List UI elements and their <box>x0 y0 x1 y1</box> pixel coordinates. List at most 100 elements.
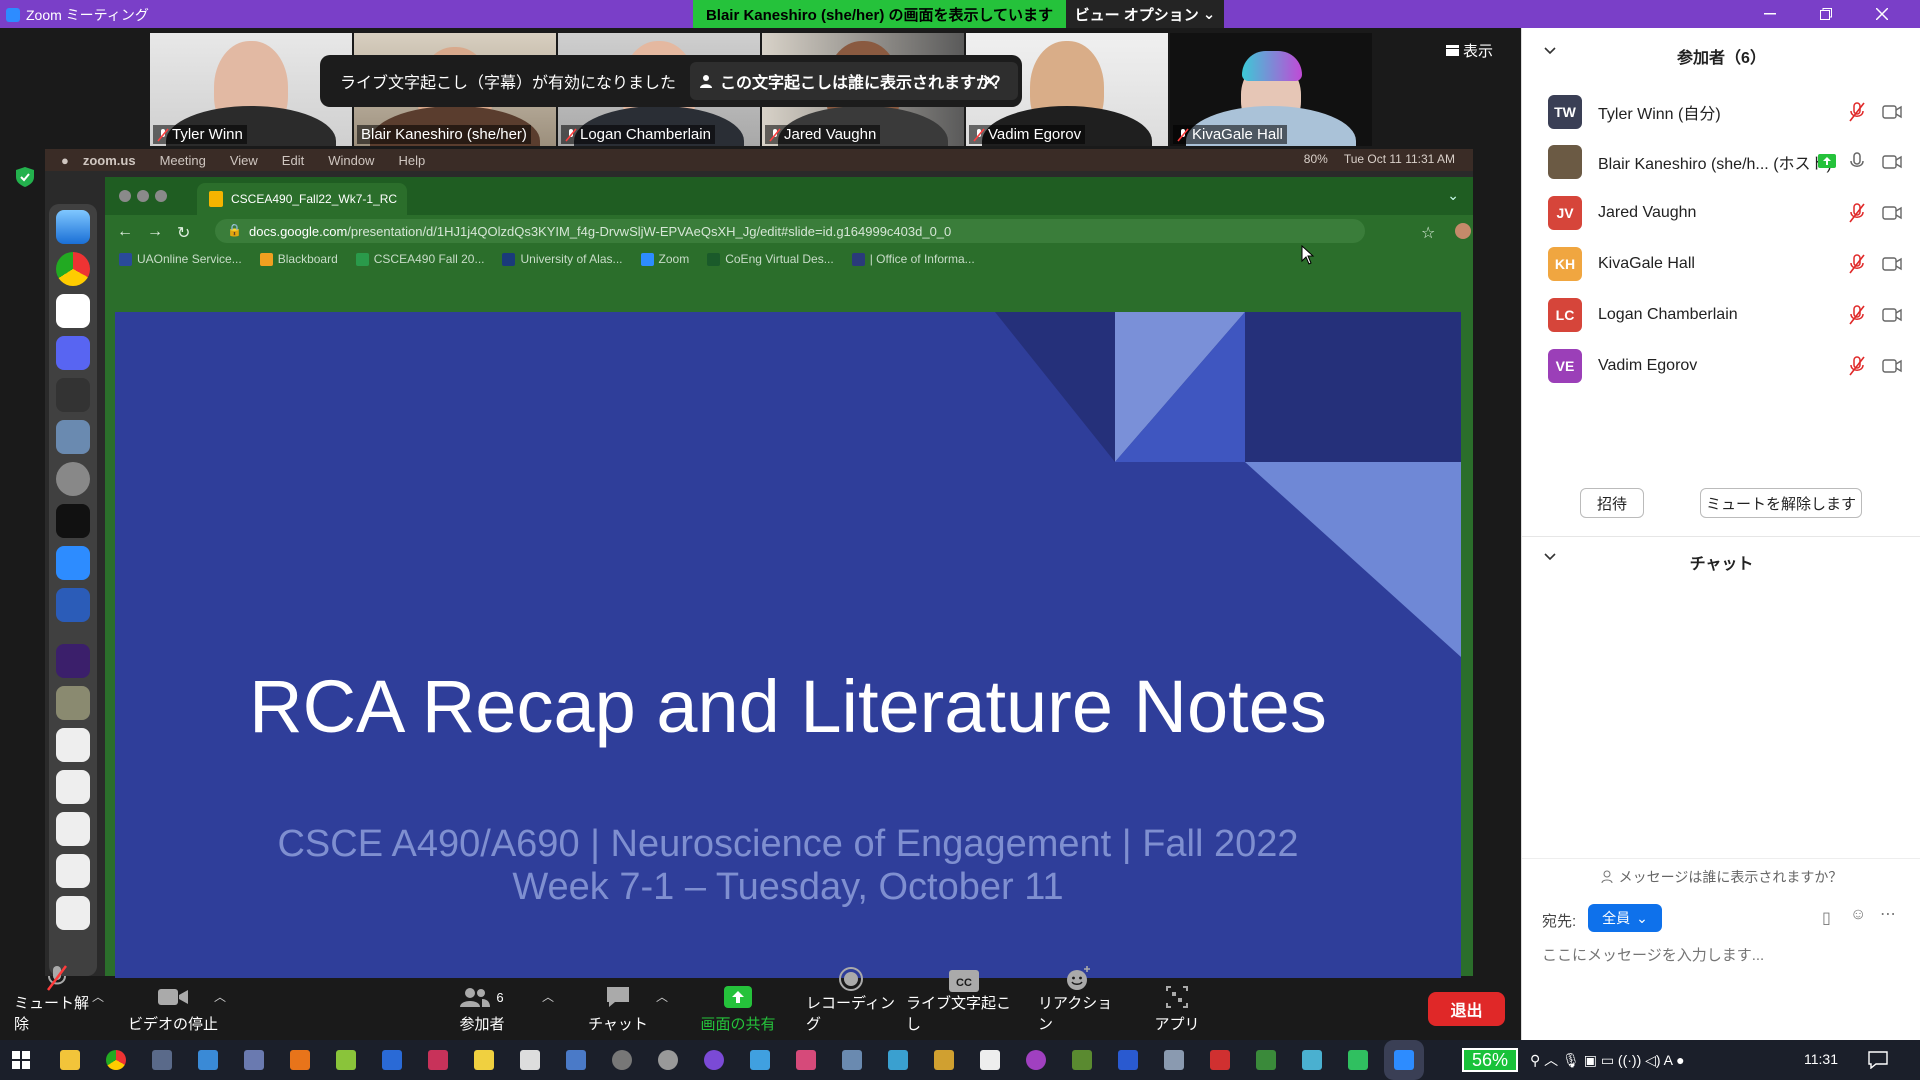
close-window-button[interactable] <box>1854 0 1910 28</box>
stop-video-button[interactable]: ビデオの停止 <box>126 978 220 1040</box>
tile-label: Logan Chamberlain <box>561 125 715 144</box>
app-taskbar-icon[interactable] <box>428 1050 448 1070</box>
participants-panel-title: 参加者（6） <box>1677 50 1766 67</box>
app-taskbar-icon[interactable] <box>152 1050 172 1070</box>
mac-datetime: Tue Oct 11 11:31 AM <box>1343 152 1455 166</box>
leave-meeting-button[interactable]: 退出 <box>1428 992 1505 1026</box>
chat-visibility-hint[interactable]: メッセージは誰に表示されますか？ <box>1522 867 1920 887</box>
chevron-down-icon[interactable] <box>1544 47 1556 55</box>
app-taskbar-icon[interactable] <box>750 1050 770 1070</box>
slide-subtitle-course: CSCE A490/A690 | Neuroscience of Engagem… <box>277 823 1299 865</box>
file-icon[interactable]: ▯ <box>1822 908 1831 928</box>
matlab-icon[interactable] <box>290 1050 310 1070</box>
zoom-taskbar-icon[interactable] <box>1394 1050 1414 1070</box>
share-screen-icon <box>724 986 752 1008</box>
encryption-shield-icon[interactable] <box>16 167 34 187</box>
notification-icon[interactable] <box>1868 1051 1888 1069</box>
participants-options-caret[interactable]: ︿ <box>542 988 554 1005</box>
live-transcript-button[interactable]: CC ライブ文字起こし <box>906 970 1022 1040</box>
app-taskbar-icon[interactable] <box>244 1050 264 1070</box>
invite-button[interactable]: 招待 <box>1580 488 1644 518</box>
mouse-cursor-icon <box>1301 245 1315 265</box>
app-taskbar-icon[interactable] <box>1302 1050 1322 1070</box>
unmute-all-button[interactable]: ミュートを解除します <box>1700 488 1862 518</box>
tile-label: Tyler Winn <box>153 125 247 144</box>
app-taskbar-icon[interactable] <box>566 1050 586 1070</box>
bookmark-item: CSCEA490 Fall 20... <box>355 252 484 266</box>
browser-tab: CSCEA490_Fall22_Wk7-1_RC <box>197 183 407 215</box>
more-icon[interactable]: ⋯ <box>1880 904 1896 924</box>
chevron-down-icon[interactable] <box>1544 553 1556 561</box>
app-taskbar-icon[interactable] <box>980 1050 1000 1070</box>
slide-title: RCA Recap and Literature Notes <box>249 665 1327 748</box>
app-taskbar-icon[interactable] <box>704 1050 724 1070</box>
reactions-button[interactable]: リアクション <box>1038 966 1118 1040</box>
chat-options-caret[interactable]: ︿ <box>656 988 668 1005</box>
minecraft-icon[interactable] <box>1072 1050 1092 1070</box>
recording-button[interactable]: レコーディング <box>806 967 896 1040</box>
participant-row[interactable]: JV Jared Vaughn <box>1522 188 1920 238</box>
app-taskbar-icon[interactable] <box>612 1050 632 1070</box>
taskbar-clock[interactable]: 11:31 <box>1804 1051 1838 1067</box>
app-taskbar-icon[interactable] <box>198 1050 218 1070</box>
app-taskbar-icon[interactable] <box>336 1050 356 1070</box>
view-options-button[interactable]: ビュー オプション ⌄ <box>1066 0 1224 28</box>
transcript-visibility-button[interactable]: この文字起こしは誰に表示されますか？ <box>690 62 1019 100</box>
video-options-caret[interactable]: ︿ <box>214 988 226 1005</box>
share-screen-button[interactable]: 画面の共有 <box>696 978 780 1040</box>
mac-status-area: 80% Tue Oct 11 11:31 AM <box>1304 152 1455 166</box>
app-taskbar-icon[interactable] <box>842 1050 862 1070</box>
chat-recipient-select[interactable]: 全員 ⌄ <box>1588 904 1662 932</box>
unmute-button[interactable]: ミュート解除 <box>14 965 100 1040</box>
participant-name: KivaGale Hall <box>1598 255 1695 272</box>
app-taskbar-icon[interactable] <box>1026 1050 1046 1070</box>
participant-name: Blair Kaneshiro (she/h... (ホスト) <box>1598 156 1832 173</box>
participants-button[interactable]: 6 参加者 <box>452 978 512 1040</box>
file-explorer-icon[interactable] <box>60 1050 80 1070</box>
app-taskbar-icon[interactable] <box>888 1050 908 1070</box>
chat-divider <box>1522 858 1920 859</box>
tile-label: KivaGale Hall <box>1173 125 1287 144</box>
app-taskbar-icon[interactable] <box>1164 1050 1184 1070</box>
chat-button[interactable]: チャット <box>588 978 648 1040</box>
emoji-icon[interactable]: ☺ <box>1850 906 1866 924</box>
lock-icon: 🔒 <box>227 223 242 237</box>
app-taskbar-icon[interactable] <box>1118 1050 1138 1070</box>
app-taskbar-icon[interactable] <box>934 1050 954 1070</box>
live-transcript-notice: ライブ文字起こし（字幕）が有効になりました この文字起こしは誰に表示されますか？… <box>320 55 1022 107</box>
mic-muted-icon <box>1849 102 1865 122</box>
chat-message-input[interactable] <box>1542 940 1902 970</box>
audio-options-caret[interactable]: ︿ <box>92 988 104 1005</box>
view-layout-button[interactable]: 表示 <box>1446 40 1493 61</box>
participant-row[interactable]: KH KivaGale Hall <box>1522 239 1920 289</box>
app-taskbar-icon[interactable] <box>520 1050 540 1070</box>
app-taskbar-icon[interactable] <box>1256 1050 1276 1070</box>
preview-icon <box>56 420 90 454</box>
app-taskbar-icon[interactable] <box>1210 1050 1230 1070</box>
tile-name: Logan Chamberlain <box>580 126 711 143</box>
restore-button[interactable] <box>1798 0 1854 28</box>
app-taskbar-icon[interactable] <box>1348 1050 1368 1070</box>
participant-row[interactable]: LC Logan Chamberlain <box>1522 290 1920 340</box>
person-info-icon <box>700 75 713 88</box>
participant-row[interactable]: Blair Kaneshiro (she/h... (ホスト) <box>1522 137 1920 187</box>
minimize-button[interactable] <box>1742 0 1798 28</box>
system-tray-icons[interactable]: ⚲ ︿ 🎙 ▣ ▭ ((·)) ◁) A ● <box>1530 1050 1685 1070</box>
participant-row[interactable]: VE Vadim Egorov <box>1522 341 1920 391</box>
close-icon[interactable]: ✕ <box>981 69 998 94</box>
menu-edit: Edit <box>281 152 305 168</box>
battery-indicator[interactable]: 56% <box>1462 1048 1518 1072</box>
app-taskbar-icon[interactable] <box>658 1050 678 1070</box>
mic-muted-icon <box>1177 127 1189 142</box>
chrome-taskbar-icon[interactable] <box>106 1050 126 1070</box>
steam-icon[interactable] <box>382 1050 402 1070</box>
slides-favicon <box>209 191 223 207</box>
windows-start-icon[interactable] <box>12 1051 30 1069</box>
app-taskbar-icon[interactable] <box>796 1050 816 1070</box>
participant-row[interactable]: TW Tyler Winn (自分) <box>1522 87 1920 137</box>
video-tile-kivagale[interactable]: KivaGale Hall <box>1170 33 1372 146</box>
sticky-notes-icon[interactable] <box>474 1050 494 1070</box>
view-layout-label: 表示 <box>1463 43 1494 60</box>
url-host: docs.google.com <box>249 223 348 239</box>
apps-button[interactable]: アプリ <box>1152 978 1202 1040</box>
